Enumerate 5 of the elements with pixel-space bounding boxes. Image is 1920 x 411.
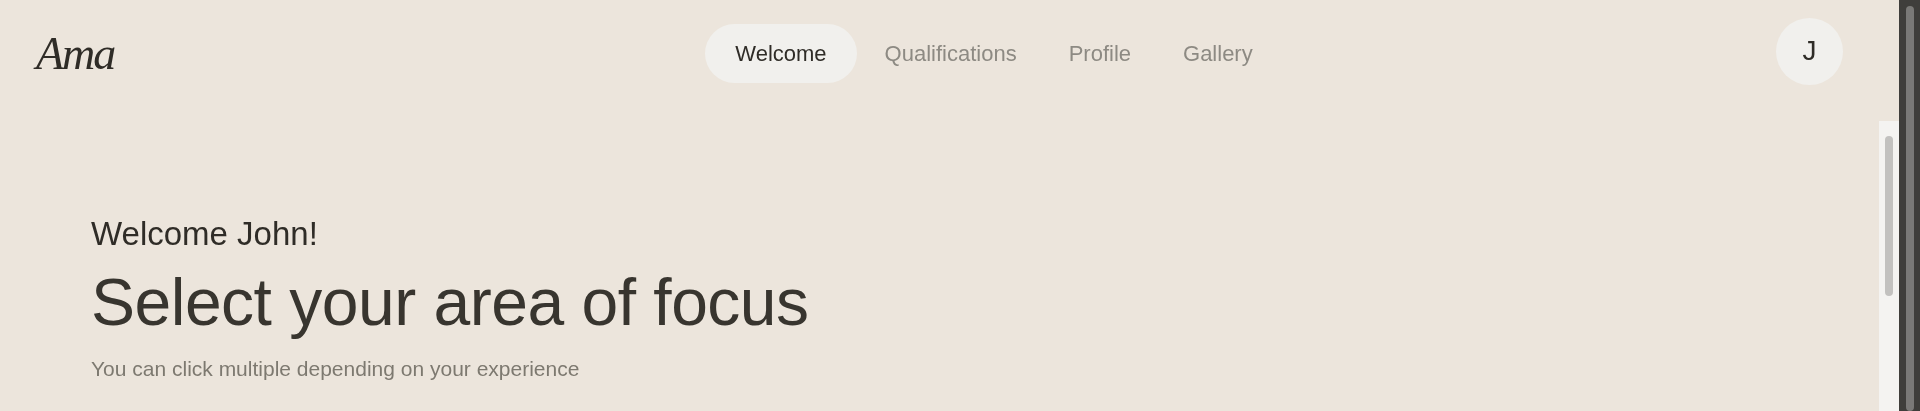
nav-tab[interactable]: Welcome	[705, 23, 857, 83]
avatar-button[interactable]: J	[1776, 17, 1843, 85]
greeting: Welcome John!	[91, 216, 319, 253]
subtitle: You can click multiple depending on your experience	[91, 355, 581, 382]
page-heading: Select your area of focus	[91, 266, 810, 339]
